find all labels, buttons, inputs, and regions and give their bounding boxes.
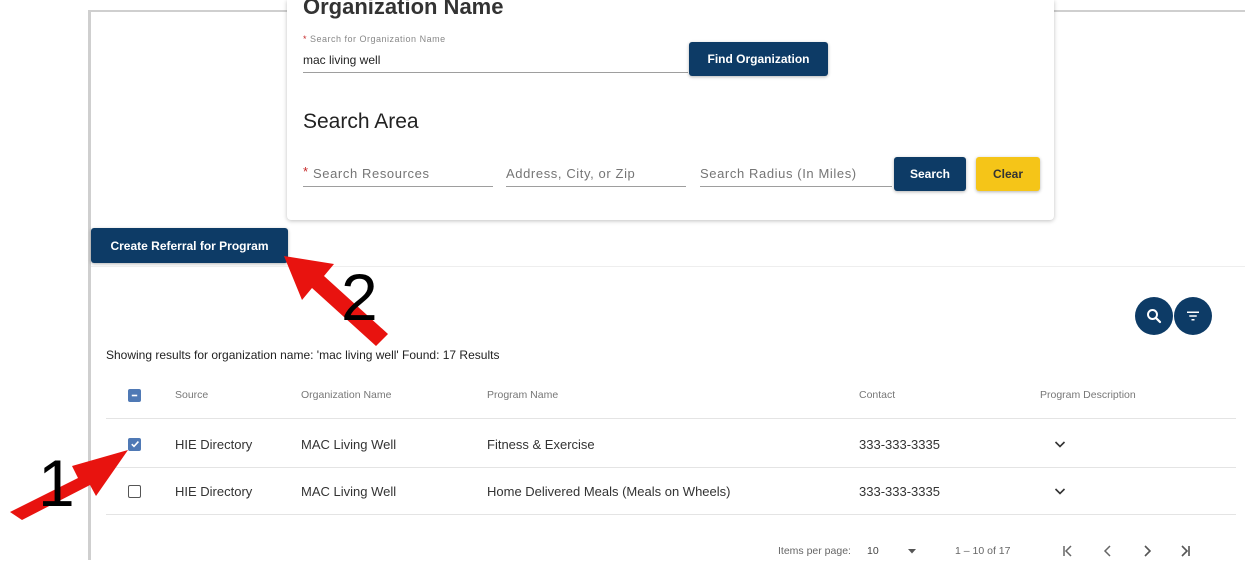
chevron-down-icon — [1054, 488, 1066, 495]
select-all-cell[interactable] — [128, 372, 141, 418]
search-button[interactable]: Search — [894, 157, 966, 191]
row-contact: 333-333-3335 — [859, 483, 940, 499]
annotation-step-2: 2 — [341, 260, 378, 334]
results-summary: Showing results for organization name: '… — [106, 348, 500, 362]
org-search-label-text: Search for Organization Name — [310, 34, 446, 44]
table-header-row: Source Organization Name Program Name Co… — [106, 372, 1236, 419]
search-resources-input[interactable] — [313, 160, 491, 186]
previous-page-button[interactable] — [1098, 541, 1118, 561]
required-mark: * — [303, 34, 308, 44]
caret-down-icon — [908, 549, 916, 554]
table-filter-button[interactable] — [1174, 297, 1212, 335]
next-page-button[interactable] — [1137, 541, 1157, 561]
select-all-checkbox[interactable] — [128, 388, 141, 402]
org-search-label: * Search for Organization Name — [303, 34, 446, 44]
annotation-arrow-2 — [284, 256, 388, 346]
row-organization: MAC Living Well — [301, 483, 397, 499]
header-organization-name[interactable]: Organization Name — [301, 372, 391, 418]
row-source: HIE Directory — [175, 483, 253, 499]
row-organization: MAC Living Well — [301, 436, 397, 452]
table-row[interactable]: HIE Directory MAC Living Well Fitness & … — [106, 421, 1236, 468]
row-source: HIE Directory — [175, 436, 253, 452]
organization-search-input[interactable] — [303, 48, 688, 73]
items-per-page-dropdown[interactable] — [907, 543, 917, 559]
last-page-icon — [1181, 545, 1190, 557]
chevron-down-icon — [1054, 441, 1066, 448]
find-organization-button[interactable]: Find Organization — [689, 42, 828, 76]
address-input[interactable] — [506, 160, 686, 187]
header-program-name[interactable]: Program Name — [487, 372, 558, 418]
header-contact[interactable]: Contact — [859, 372, 895, 418]
row-program: Fitness & Exercise — [487, 436, 595, 452]
clear-button[interactable]: Clear — [976, 157, 1040, 191]
create-referral-button[interactable]: Create Referral for Program — [91, 228, 288, 263]
items-per-page-label: Items per page: — [778, 545, 851, 557]
first-page-icon — [1063, 545, 1072, 557]
expand-description-button[interactable] — [1053, 421, 1067, 467]
row-contact: 333-333-3335 — [859, 436, 940, 452]
table-row[interactable]: HIE Directory MAC Living Well Home Deliv… — [106, 468, 1236, 515]
annotation-step-1: 1 — [38, 446, 75, 520]
last-page-button[interactable] — [1175, 541, 1195, 561]
header-source[interactable]: Source — [175, 372, 208, 418]
chevron-left-icon — [1103, 545, 1111, 557]
filter-icon — [1187, 311, 1199, 321]
search-icon — [1147, 309, 1162, 324]
chevron-right-icon — [1144, 545, 1152, 557]
organization-name-heading: Organization Name — [303, 0, 504, 19]
first-page-button[interactable] — [1058, 541, 1078, 561]
row-program: Home Delivered Meals (Meals on Wheels) — [487, 483, 731, 499]
page-range: 1 – 10 of 17 — [955, 545, 1011, 557]
expand-description-button[interactable] — [1053, 468, 1067, 514]
header-program-description[interactable]: Program Description — [1040, 372, 1136, 418]
search-radius-input[interactable] — [700, 160, 892, 187]
section-divider — [91, 266, 1245, 267]
search-area-heading: Search Area — [303, 110, 419, 133]
search-resources-field[interactable]: * — [303, 160, 493, 187]
items-per-page-select[interactable]: 10 — [867, 543, 879, 559]
table-search-button[interactable] — [1135, 297, 1173, 335]
required-mark: * — [303, 164, 309, 179]
